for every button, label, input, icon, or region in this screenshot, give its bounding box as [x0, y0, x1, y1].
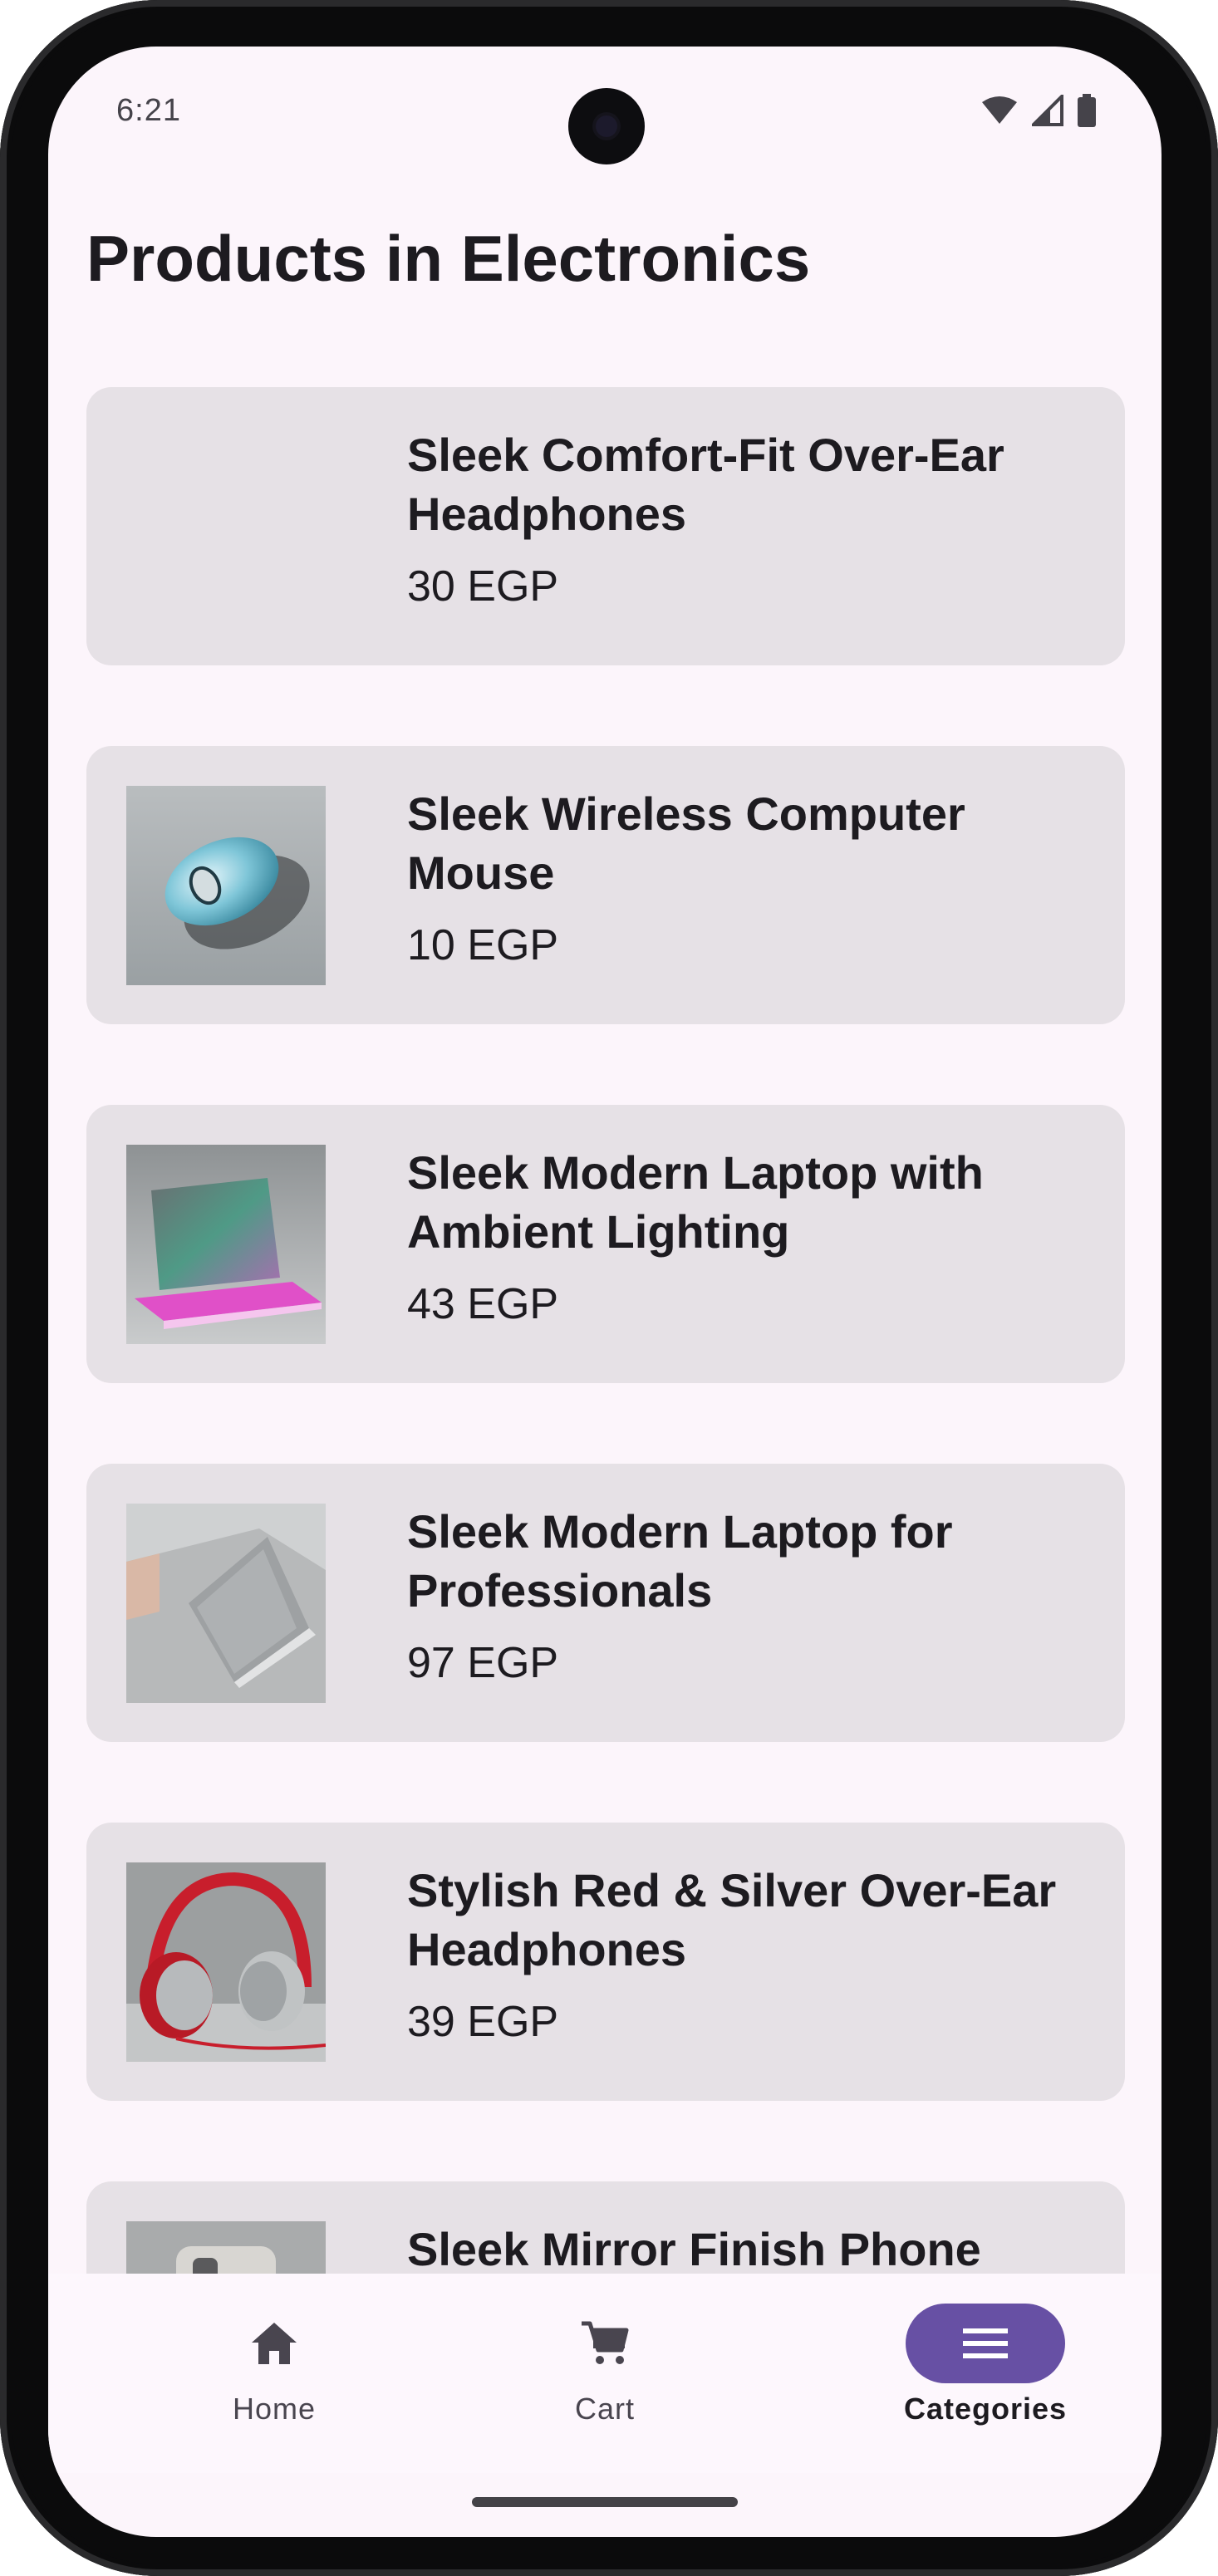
- status-bar: 6:21: [48, 47, 1162, 164]
- product-price: 30 EGP: [407, 562, 559, 611]
- nav-icon-container: [194, 2304, 354, 2383]
- product-name: Stylish Red & Silver Over-Ear Headphones: [407, 1864, 1057, 1975]
- volume-button: [1211, 980, 1218, 1254]
- mouse-photo: [126, 786, 326, 985]
- nav-label: Cart: [574, 2392, 635, 2426]
- product-price: 10 EGP: [407, 921, 559, 969]
- product-image: [126, 1145, 326, 1344]
- battery-icon: [1078, 94, 1096, 127]
- product-image: [126, 1504, 326, 1703]
- product-name: Sleek Mirror Finish Phone: [407, 2223, 981, 2275]
- cart-icon: [582, 2321, 629, 2364]
- product-price: 97 EGP: [407, 1639, 559, 1687]
- home-icon: [252, 2323, 297, 2364]
- gesture-bar[interactable]: [472, 2497, 738, 2507]
- front-camera: [568, 88, 645, 164]
- product-image: [126, 1862, 326, 2062]
- red-headphones-photo: [126, 1862, 326, 2062]
- bottom-navigation: Home Cart Categories: [48, 2274, 1162, 2473]
- nav-icon-container: [906, 2304, 1065, 2383]
- page-title: Products in Electronics: [86, 222, 811, 295]
- product-card[interactable]: Sleek Wireless Computer Mouse 10 EGP: [86, 746, 1125, 1024]
- laptop-ambient-photo: [126, 1145, 326, 1344]
- product-name: Sleek Comfort-Fit Over-Ear Headphones: [407, 429, 1004, 540]
- wifi-icon: [982, 96, 1017, 124]
- product-card[interactable]: Sleek Modern Laptop with Ambient Lightin…: [86, 1105, 1125, 1383]
- product-name: Sleek Modern Laptop with Ambient Lightin…: [407, 1146, 984, 1258]
- signal-icon: [1032, 95, 1063, 126]
- camera-lens: [596, 115, 617, 137]
- screen: 6:21 Products in Electronics Sleek Comfo…: [48, 47, 1162, 2537]
- nav-icon-container: [525, 2304, 685, 2383]
- laptop-professional-photo: [126, 1504, 326, 1703]
- product-name: Sleek Modern Laptop for Professionals: [407, 1505, 953, 1617]
- product-image: [126, 786, 326, 985]
- product-card[interactable]: Sleek Modern Laptop for Professionals 97…: [86, 1464, 1125, 1742]
- product-card[interactable]: Stylish Red & Silver Over-Ear Headphones…: [86, 1823, 1125, 2101]
- status-icons: [980, 93, 1097, 128]
- power-button: [1211, 689, 1218, 864]
- nav-label: Categories: [903, 2392, 1068, 2426]
- product-price: 39 EGP: [407, 1998, 559, 2046]
- product-card[interactable]: Sleek Comfort-Fit Over-Ear Headphones 30…: [86, 387, 1125, 665]
- product-name: Sleek Wireless Computer Mouse: [407, 788, 965, 899]
- nav-label: Home: [232, 2392, 317, 2426]
- menu-icon: [963, 2328, 1008, 2358]
- nav-item-cart[interactable]: Cart: [439, 2274, 771, 2473]
- nav-item-categories[interactable]: Categories: [819, 2274, 1152, 2473]
- product-price: 43 EGP: [407, 1280, 559, 1328]
- product-image-placeholder: [126, 427, 326, 626]
- nav-item-home[interactable]: Home: [108, 2274, 440, 2473]
- status-time: 6:21: [116, 93, 181, 128]
